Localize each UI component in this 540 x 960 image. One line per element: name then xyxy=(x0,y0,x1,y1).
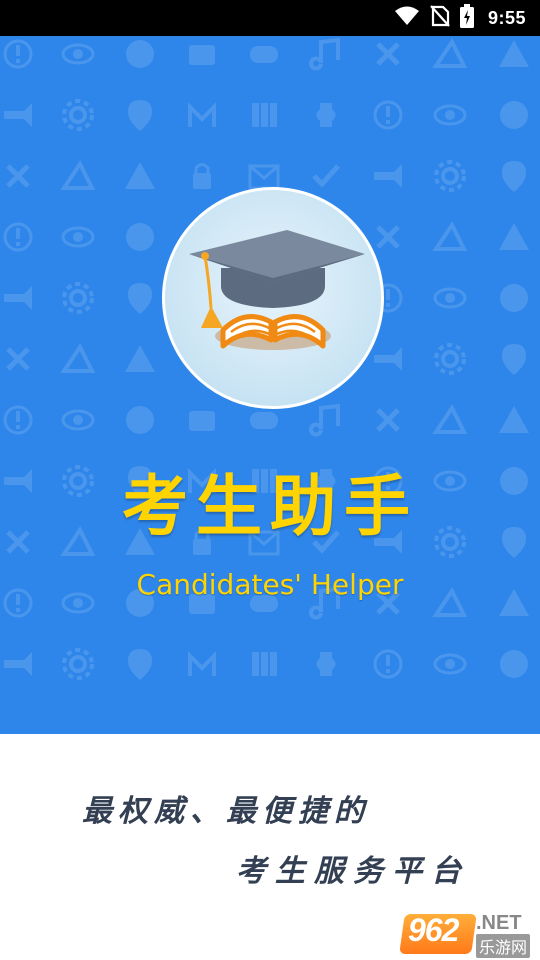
pattern-icon xyxy=(122,341,158,377)
pattern-icon xyxy=(0,219,36,255)
pattern-icon xyxy=(496,97,532,133)
pattern-icon xyxy=(308,36,344,72)
pattern-icon xyxy=(60,36,96,72)
pattern-icon xyxy=(60,402,96,438)
pattern-icon xyxy=(370,402,406,438)
graduation-cap-icon xyxy=(189,230,365,328)
pattern-icon xyxy=(308,646,344,682)
pattern-icon xyxy=(0,280,36,316)
pattern-icon xyxy=(246,36,282,72)
pattern-icon xyxy=(60,219,96,255)
pattern-icon xyxy=(0,158,36,194)
pattern-icon xyxy=(432,219,468,255)
pattern-icon xyxy=(496,158,532,194)
watermark-domain: .NET xyxy=(476,912,522,934)
pattern-icon xyxy=(184,646,220,682)
app-subtitle: Candidates' Helper xyxy=(136,568,404,601)
wifi-icon xyxy=(394,6,420,30)
no-sim-icon xyxy=(430,5,450,31)
pattern-icon xyxy=(246,97,282,133)
pattern-icon xyxy=(432,158,468,194)
pattern-icon xyxy=(246,646,282,682)
pattern-icon xyxy=(496,402,532,438)
pattern-icon xyxy=(60,646,96,682)
pattern-icon xyxy=(496,219,532,255)
status-time: 9:55 xyxy=(487,7,526,28)
pattern-icon xyxy=(308,158,344,194)
watermark-site-name: 乐游网 xyxy=(476,934,531,958)
pattern-icon xyxy=(432,97,468,133)
pattern-icon xyxy=(432,280,468,316)
pattern-icon xyxy=(122,646,158,682)
pattern-icon xyxy=(0,646,36,682)
pattern-icon xyxy=(122,280,158,316)
pattern-icon xyxy=(370,158,406,194)
pattern-icon xyxy=(496,36,532,72)
pattern-icon xyxy=(496,280,532,316)
pattern-icon xyxy=(184,158,220,194)
pattern-icon xyxy=(370,97,406,133)
pattern-icon xyxy=(60,97,96,133)
slogan-line-2: 考生服务平台 xyxy=(236,854,470,889)
slogan-line-1: 最权威、最便捷的 xyxy=(82,794,370,829)
pattern-icon xyxy=(184,402,220,438)
pattern-icon xyxy=(184,97,220,133)
pattern-icon xyxy=(184,36,220,72)
watermark-number: 962 xyxy=(408,912,459,948)
pattern-icon xyxy=(432,646,468,682)
pattern-icon xyxy=(122,36,158,72)
pattern-icon xyxy=(60,341,96,377)
pattern-icon xyxy=(122,402,158,438)
pattern-icon xyxy=(308,402,344,438)
pattern-icon xyxy=(432,341,468,377)
pattern-icon xyxy=(0,36,36,72)
battery-charging-icon xyxy=(459,4,474,32)
watermark-logo: 962 .NET 乐游网 xyxy=(399,910,536,958)
app-logo xyxy=(162,187,384,409)
pattern-icon xyxy=(496,646,532,682)
pattern-icon xyxy=(496,341,532,377)
pattern-icon xyxy=(432,36,468,72)
pattern-icon xyxy=(122,219,158,255)
pattern-icon xyxy=(60,158,96,194)
pattern-icon xyxy=(432,402,468,438)
status-bar: 9:55 xyxy=(0,0,540,36)
pattern-icon xyxy=(60,280,96,316)
pattern-icon xyxy=(308,97,344,133)
pattern-icon xyxy=(122,158,158,194)
pattern-icon xyxy=(0,97,36,133)
pattern-icon xyxy=(370,36,406,72)
splash-background: 考生助手 Candidates' Helper xyxy=(0,36,540,734)
pattern-icon xyxy=(0,402,36,438)
open-book-icon xyxy=(215,314,331,350)
app-title: 考生助手 xyxy=(122,468,418,545)
pattern-icon xyxy=(122,97,158,133)
pattern-icon xyxy=(0,341,36,377)
pattern-icon xyxy=(370,646,406,682)
